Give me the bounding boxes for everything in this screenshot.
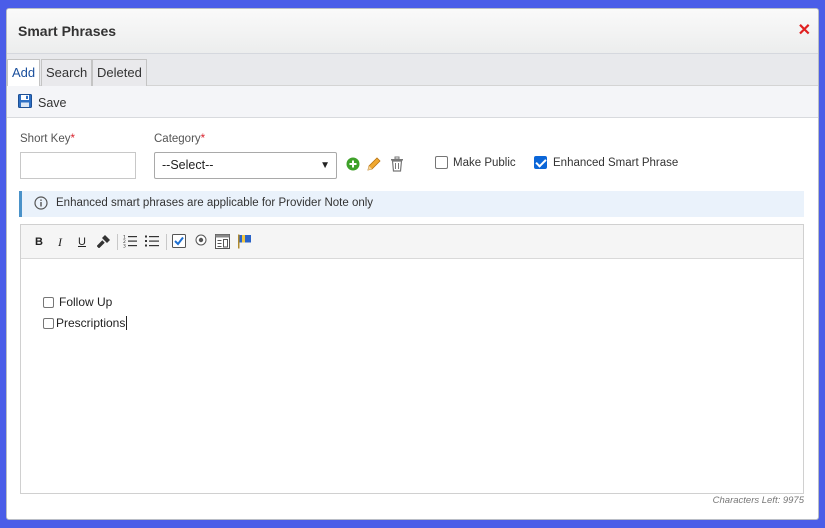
category-select-value: --Select-- [162, 158, 214, 172]
ordered-list-icon[interactable]: 1 2 3 [122, 234, 138, 250]
tab-deleted[interactable]: Deleted [92, 59, 147, 86]
insert-radio-icon[interactable] [193, 234, 209, 250]
trash-icon[interactable] [390, 156, 404, 175]
rich-text-editor: B I U 1 2 3 Follow Up Prescriptions [20, 224, 804, 494]
info-message: Enhanced smart phrases are applicable fo… [56, 197, 374, 209]
short-key-input[interactable] [20, 152, 136, 179]
bold-button[interactable]: B [31, 234, 47, 250]
italic-button[interactable]: I [52, 234, 68, 250]
toolbar-divider [117, 234, 118, 250]
list-item: Prescriptions [43, 316, 128, 330]
dialog-title: Smart Phrases [18, 23, 117, 39]
prescriptions-checkbox[interactable] [43, 317, 54, 329]
tab-bar: Add Search Deleted [7, 54, 818, 87]
follow-up-text: Follow Up [59, 295, 113, 309]
edit-pencil-icon[interactable] [366, 156, 382, 175]
toolbar-divider [166, 234, 167, 250]
enhanced-smart-phrase-checkbox[interactable] [534, 156, 547, 169]
unordered-list-icon[interactable] [144, 234, 160, 250]
flag-icon[interactable] [236, 234, 252, 250]
editor-toolbar: B I U 1 2 3 [21, 225, 803, 259]
prescriptions-text: Prescriptions [56, 316, 126, 330]
make-public-label: Make Public [453, 157, 516, 169]
short-key-label: Short Key* [20, 133, 75, 145]
close-icon[interactable]: ✕ [798, 22, 811, 40]
underline-button[interactable]: U [74, 234, 90, 250]
chevron-down-icon: ▼ [320, 160, 330, 171]
smart-phrases-dialog: Smart Phrases ✕ Add Search Deleted Save … [6, 8, 819, 520]
follow-up-checkbox[interactable] [43, 296, 54, 308]
list-item: Follow Up [43, 295, 112, 309]
editor-content[interactable]: Follow Up Prescriptions [21, 260, 803, 493]
dialog-titlebar: Smart Phrases ✕ [7, 9, 818, 54]
insert-checkbox-icon[interactable] [171, 234, 187, 250]
enhanced-smart-phrase-label: Enhanced Smart Phrase [553, 157, 679, 169]
tab-add[interactable]: Add [7, 59, 41, 87]
category-label: Category* [154, 133, 206, 145]
floppy-disk-icon [18, 94, 32, 111]
characters-left: Characters Left: 9975 [712, 495, 804, 506]
info-banner: Enhanced smart phrases are applicable fo… [19, 191, 804, 217]
text-cursor [126, 316, 128, 330]
tab-search[interactable]: Search [41, 59, 93, 86]
insert-template-icon[interactable] [214, 234, 230, 250]
add-category-icon[interactable] [346, 157, 360, 174]
save-button[interactable]: Save [18, 94, 67, 111]
action-toolbar: Save [7, 86, 818, 118]
make-public-checkbox[interactable] [435, 156, 448, 169]
svg-text:3: 3 [123, 244, 126, 249]
save-label: Save [38, 95, 67, 110]
format-painter-icon[interactable] [96, 234, 112, 250]
category-select[interactable]: --Select-- ▼ [154, 152, 337, 179]
info-icon [34, 196, 48, 213]
